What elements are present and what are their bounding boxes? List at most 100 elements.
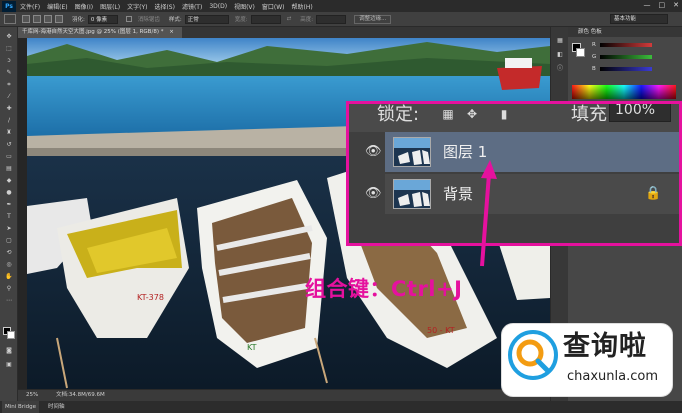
menu-help[interactable]: 帮助(H) — [292, 2, 313, 11]
menu-image[interactable]: 图像(I) — [75, 2, 93, 11]
crop-tool-icon[interactable]: ⌗ — [5, 81, 13, 89]
green-label: G — [592, 54, 597, 60]
brush-tool-icon[interactable]: ∕ — [5, 117, 13, 125]
toolbox: ✥ ⬚ ↄ ✎ ⌗ ⁄ ✚ ∕ ♜ ↺ ▭ ▤ ◆ ● ✒ T ➤ ▢ ⟲ ◎ … — [0, 27, 18, 401]
minimize-button[interactable]: — — [644, 1, 651, 9]
menu-3d[interactable]: 3D(D) — [209, 3, 227, 10]
more-tools-icon[interactable]: ⋯ — [5, 297, 13, 305]
menu-type[interactable]: 文字(Y) — [127, 2, 147, 11]
menu-file[interactable]: 文件(F) — [20, 2, 40, 11]
blue-slider[interactable]: B — [592, 65, 664, 73]
red-track[interactable] — [600, 43, 652, 47]
menu-view[interactable]: 视图(V) — [234, 2, 255, 11]
eyedropper-tool-icon[interactable]: ⁄ — [5, 93, 13, 101]
marquee-tool-icon[interactable]: ⬚ — [5, 45, 13, 53]
path-select-tool-icon[interactable]: ➤ — [5, 225, 13, 233]
menu-filter[interactable]: 滤镜(T) — [182, 2, 202, 11]
color-spectrum[interactable] — [572, 85, 676, 99]
layer1-name[interactable]: 图层 1 — [443, 142, 487, 162]
3d-camera-tool-icon[interactable]: ◎ — [5, 261, 13, 269]
quick-select-tool-icon[interactable]: ✎ — [5, 69, 13, 77]
menu-select[interactable]: 选择(S) — [154, 2, 175, 11]
ps-logo-icon: Ps — [2, 0, 16, 12]
shape-tool-icon[interactable]: ▢ — [5, 237, 13, 245]
history-brush-tool-icon[interactable]: ↺ — [5, 141, 13, 149]
add-selection-icon[interactable] — [33, 15, 41, 23]
blue-track[interactable] — [600, 67, 652, 71]
new-selection-icon[interactable] — [22, 15, 30, 23]
height-input[interactable] — [316, 14, 347, 24]
lasso-tool-icon[interactable]: ↄ — [5, 57, 13, 65]
layer-row-background[interactable]: 👁 背景 🔒 — [365, 174, 679, 214]
chaxunla-logo-icon — [508, 330, 558, 380]
width-input[interactable] — [250, 14, 281, 24]
tab-timeline[interactable]: 时间轴 — [45, 401, 68, 413]
zoom-level[interactable]: 25% — [26, 390, 38, 401]
feather-input[interactable]: 0 像素 — [87, 14, 118, 24]
3d-tool-icon[interactable]: ⟲ — [5, 249, 13, 257]
antialias-checkbox[interactable] — [125, 16, 132, 22]
red-slider[interactable]: R — [592, 41, 664, 49]
lock-position-icon[interactable]: ✥ — [465, 106, 479, 122]
document-tab[interactable]: 千库网-海港自然天空大图.jpg @ 25% (图层 1, RGB/8) * × — [18, 27, 182, 38]
intersect-selection-icon[interactable] — [55, 15, 63, 23]
layer1-thumbnail — [393, 137, 431, 167]
swap-icon[interactable]: ⇄ — [287, 16, 292, 22]
photoshop-window: Ps 文件(F) 编辑(E) 图像(I) 图层(L) 文字(Y) 选择(S) 滤… — [0, 0, 682, 413]
lock-pixels-icon[interactable]: ▦ — [441, 106, 455, 122]
refine-edge-button[interactable]: 调整边缘... — [354, 14, 392, 24]
menu-layer[interactable]: 图层(L) — [100, 2, 120, 11]
document-tab-title: 千库网-海港自然天空大图.jpg @ 25% (图层 1, RGB/8) * — [22, 29, 164, 35]
subtract-selection-icon[interactable] — [44, 15, 52, 23]
quick-mask-icon[interactable]: ◙ — [5, 347, 13, 355]
close-button[interactable]: ✕ — [673, 1, 679, 9]
screen-mode-icon[interactable]: ▣ — [5, 361, 13, 369]
stamp-tool-icon[interactable]: ♜ — [5, 129, 13, 137]
menu-window[interactable]: 窗口(W) — [262, 2, 285, 11]
healing-tool-icon[interactable]: ✚ — [5, 105, 13, 113]
style-label: 样式: — [168, 17, 182, 23]
marquee-tool-preset-icon[interactable] — [4, 14, 16, 24]
properties-panel-icon[interactable]: ◧ — [556, 51, 564, 59]
type-tool-icon[interactable]: T — [5, 213, 13, 221]
history-panel-icon[interactable]: ▦ — [556, 37, 564, 45]
zoom-tool-icon[interactable]: ⚲ — [5, 285, 13, 293]
fill-input[interactable]: 100% — [609, 104, 671, 122]
eraser-tool-icon[interactable]: ▭ — [5, 153, 13, 161]
document-tab-close-icon[interactable]: × — [169, 29, 174, 35]
background-color[interactable] — [7, 331, 15, 339]
panel-background-swatch[interactable] — [576, 48, 585, 57]
gradient-tool-icon[interactable]: ▤ — [5, 165, 13, 173]
document-tab-bar: 千库网-海港自然天空大图.jpg @ 25% (图层 1, RGB/8) * × — [18, 27, 550, 38]
antialias-label: 消除锯齿 — [137, 17, 160, 23]
menu-bar: Ps 文件(F) 编辑(E) 图像(I) 图层(L) 文字(Y) 选择(S) 滤… — [0, 0, 682, 12]
color-swatches[interactable] — [3, 327, 15, 339]
svg-text:KT: KT — [247, 343, 257, 352]
pen-tool-icon[interactable]: ✒ — [5, 201, 13, 209]
info-panel-icon[interactable]: ⓘ — [556, 65, 564, 73]
workspace-select[interactable]: 基本功能 — [610, 14, 668, 24]
lock-all-icon[interactable]: ▮ — [497, 106, 511, 122]
green-track[interactable] — [600, 55, 652, 59]
blur-tool-icon[interactable]: ◆ — [5, 177, 13, 185]
color-panel-tabs[interactable]: 颜色 色板 — [568, 27, 682, 37]
layer-row-layer1[interactable]: 👁 图层 1 — [365, 132, 679, 172]
watermark-logo: 查询啦 chaxunla.com — [501, 323, 673, 397]
annotation-arrow — [480, 160, 497, 267]
green-slider[interactable]: G — [592, 53, 664, 61]
visibility-eye-icon[interactable]: 👁 — [365, 186, 382, 202]
dodge-tool-icon[interactable]: ● — [5, 189, 13, 197]
visibility-eye-icon[interactable]: 👁 — [365, 144, 382, 160]
style-select[interactable]: 正常 — [184, 14, 229, 24]
tab-mini-bridge[interactable]: Mini Bridge — [2, 401, 39, 413]
svg-text:KT-378: KT-378 — [137, 293, 164, 302]
window-controls: — □ ✕ — [644, 1, 680, 9]
maximize-button[interactable]: □ — [659, 1, 666, 9]
width-label: 宽度: — [234, 17, 248, 23]
height-label: 高度: — [300, 17, 314, 23]
move-tool-icon[interactable]: ✥ — [5, 33, 13, 41]
menu-edit[interactable]: 编辑(E) — [47, 2, 67, 11]
hand-tool-icon[interactable]: ✋ — [5, 273, 13, 281]
background-layer-name[interactable]: 背景 — [443, 184, 473, 204]
options-bar: 羽化: 0 像素 消除锯齿 样式: 正常 宽度: ⇄ 高度: 调整边缘... 基… — [0, 12, 682, 27]
